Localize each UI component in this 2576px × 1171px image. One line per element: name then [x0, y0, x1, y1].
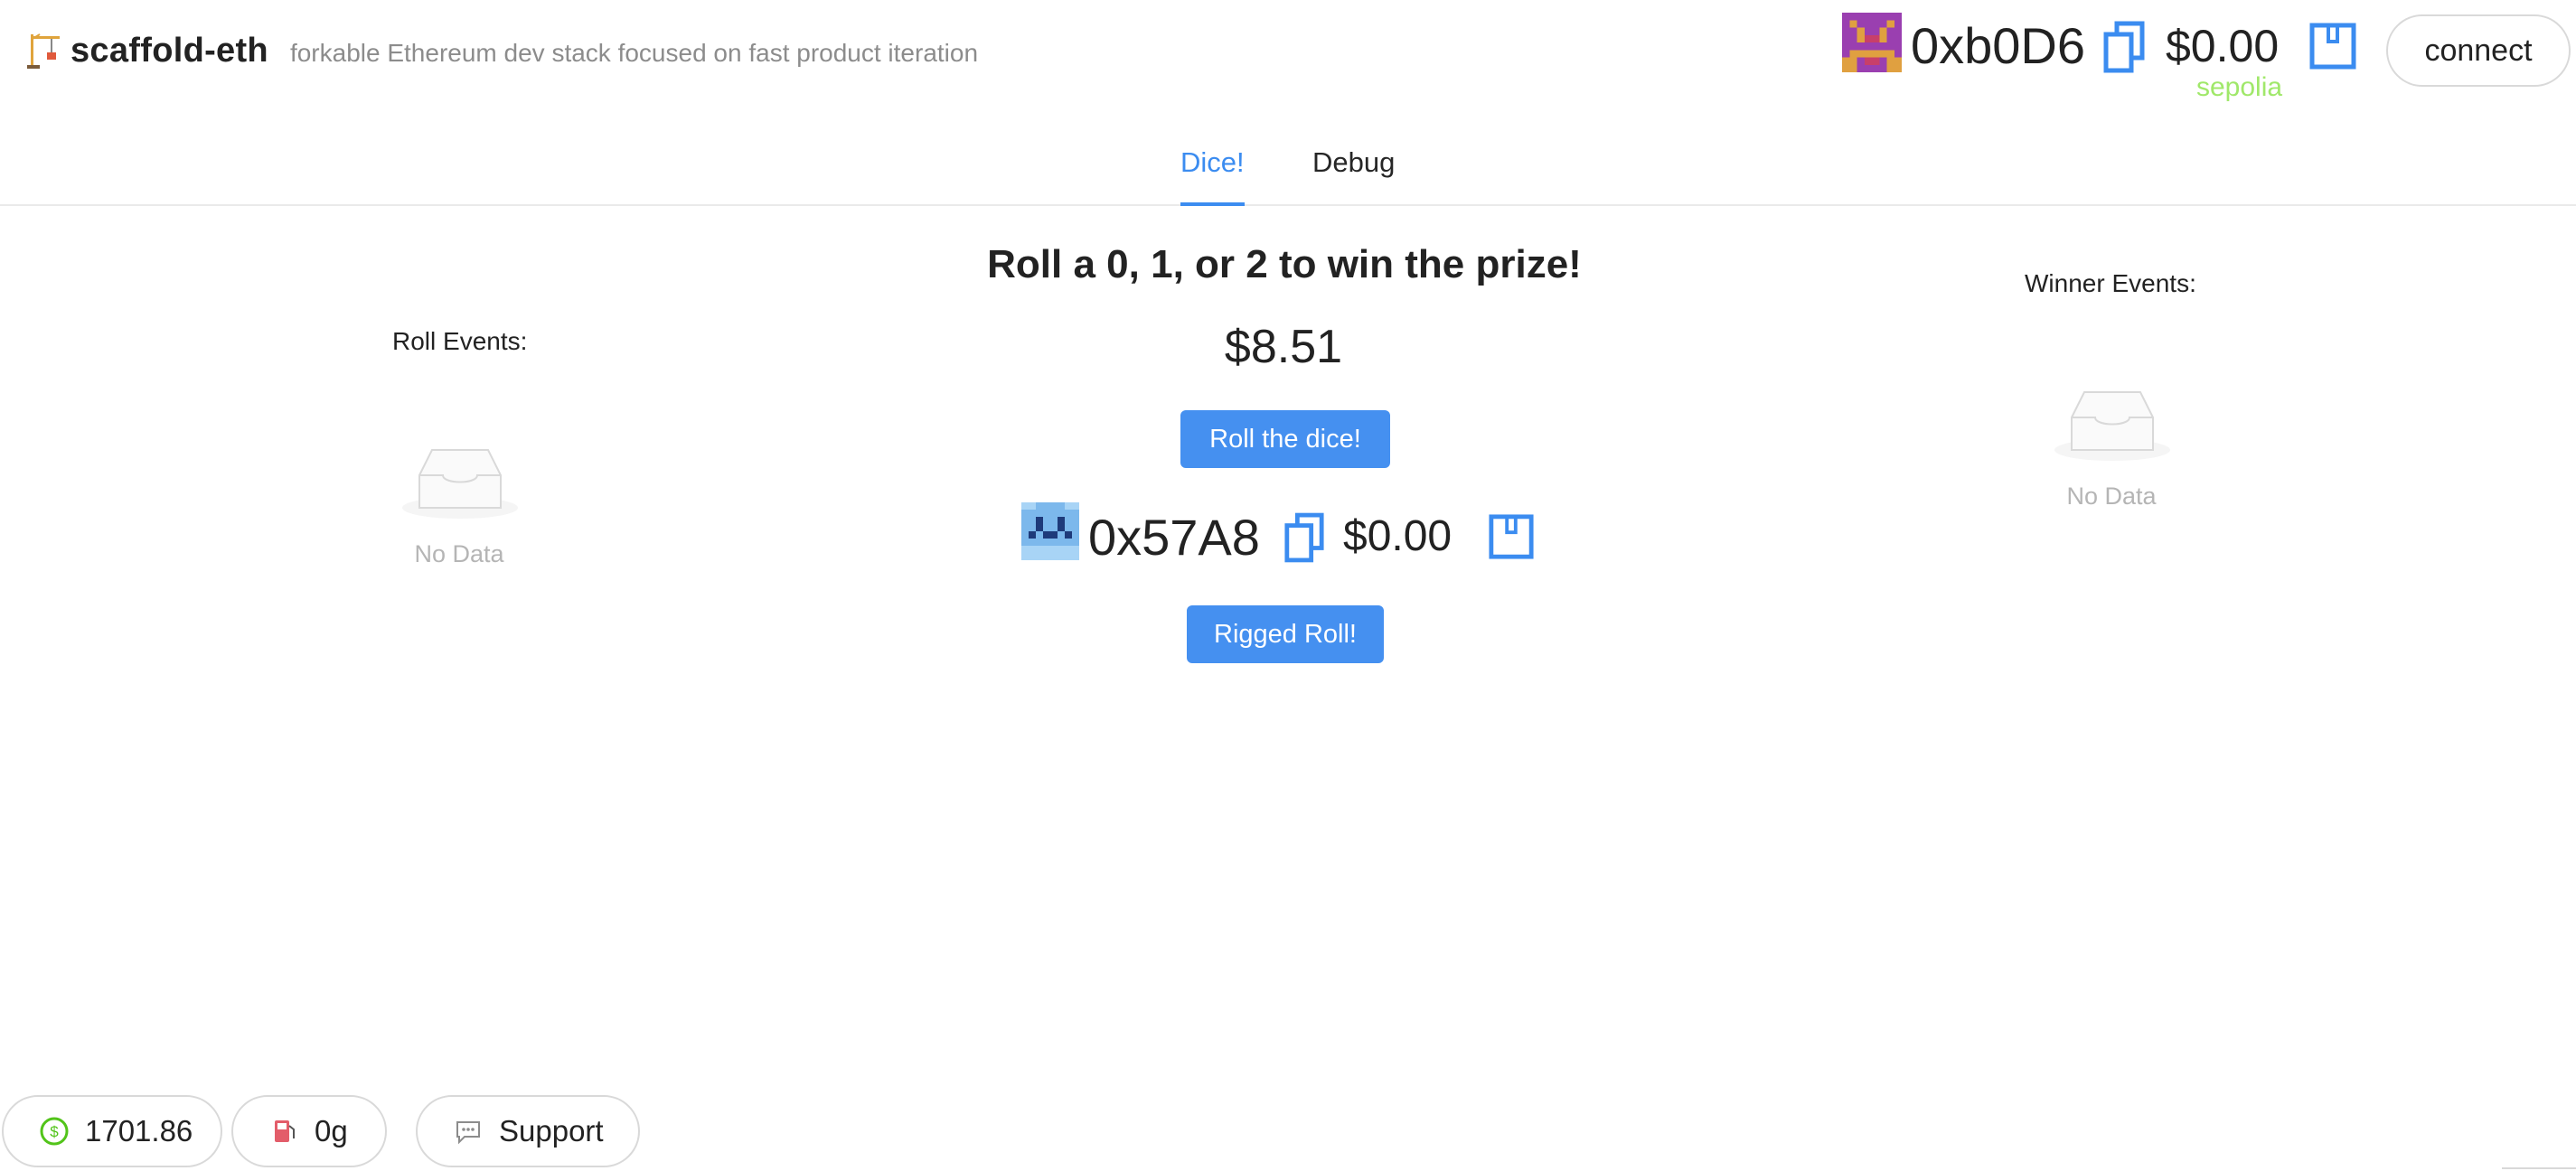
eth-price-value: 1701.86	[85, 1114, 193, 1148]
copy-address-icon[interactable]	[2102, 20, 2146, 74]
copy-contract-address-icon[interactable]	[1283, 511, 1325, 564]
roll-events-empty-text: No Data	[414, 540, 504, 567]
tab-dice[interactable]: Dice!	[1180, 146, 1245, 206]
eth-price-button[interactable]: $ 1701.86	[2, 1095, 222, 1167]
account-blockie-avatar	[1842, 13, 1902, 72]
winner-events-empty-text: No Data	[2066, 482, 2157, 510]
speech-bubble-icon	[454, 1117, 483, 1146]
contract-balance[interactable]: $0.00	[1343, 511, 1452, 561]
winner-events-title: Winner Events:	[2025, 269, 2196, 297]
connect-button[interactable]: connect	[2386, 14, 2571, 87]
empty-inbox-icon	[2054, 387, 2171, 463]
fuel-pump-icon	[269, 1117, 298, 1146]
prize-amount: $8.51	[1224, 321, 1343, 373]
gas-price-value: 0g	[315, 1114, 348, 1148]
contract-address[interactable]: 0x57A8	[1088, 508, 1260, 567]
brand[interactable]: scaffold-eth forkable Ethereum dev stack…	[27, 31, 978, 70]
svg-text:$: $	[50, 1123, 59, 1140]
contract-wallet-icon[interactable]	[1488, 513, 1535, 560]
support-label: Support	[499, 1114, 604, 1148]
page-title: Roll a 0, 1, or 2 to win the prize!	[987, 242, 1582, 286]
brand-title[interactable]: scaffold-eth	[71, 32, 268, 70]
support-button[interactable]: Support	[416, 1095, 640, 1167]
construction-crane-icon	[27, 31, 63, 70]
rigged-roll-button[interactable]: Rigged Roll!	[1187, 605, 1384, 663]
gas-price-button[interactable]: 0g	[231, 1095, 387, 1167]
empty-inbox-icon	[401, 445, 519, 520]
roll-dice-button[interactable]: Roll the dice!	[1180, 410, 1390, 468]
network-label: sepolia	[2196, 72, 2283, 102]
brand-subtitle: forkable Ethereum dev stack focused on f…	[289, 39, 979, 67]
contract-blockie-avatar	[1021, 502, 1079, 560]
tab-debug[interactable]: Debug	[1312, 146, 1395, 206]
wallet-icon[interactable]	[2308, 22, 2357, 70]
tab-bar: Dice! Debug	[0, 134, 2576, 206]
dollar-icon: $	[40, 1117, 69, 1146]
account-address[interactable]: 0xb0D6	[1911, 16, 2085, 75]
account-balance[interactable]: $0.00	[2166, 20, 2279, 72]
divider	[2502, 1167, 2576, 1169]
roll-events-title: Roll Events:	[392, 327, 528, 355]
